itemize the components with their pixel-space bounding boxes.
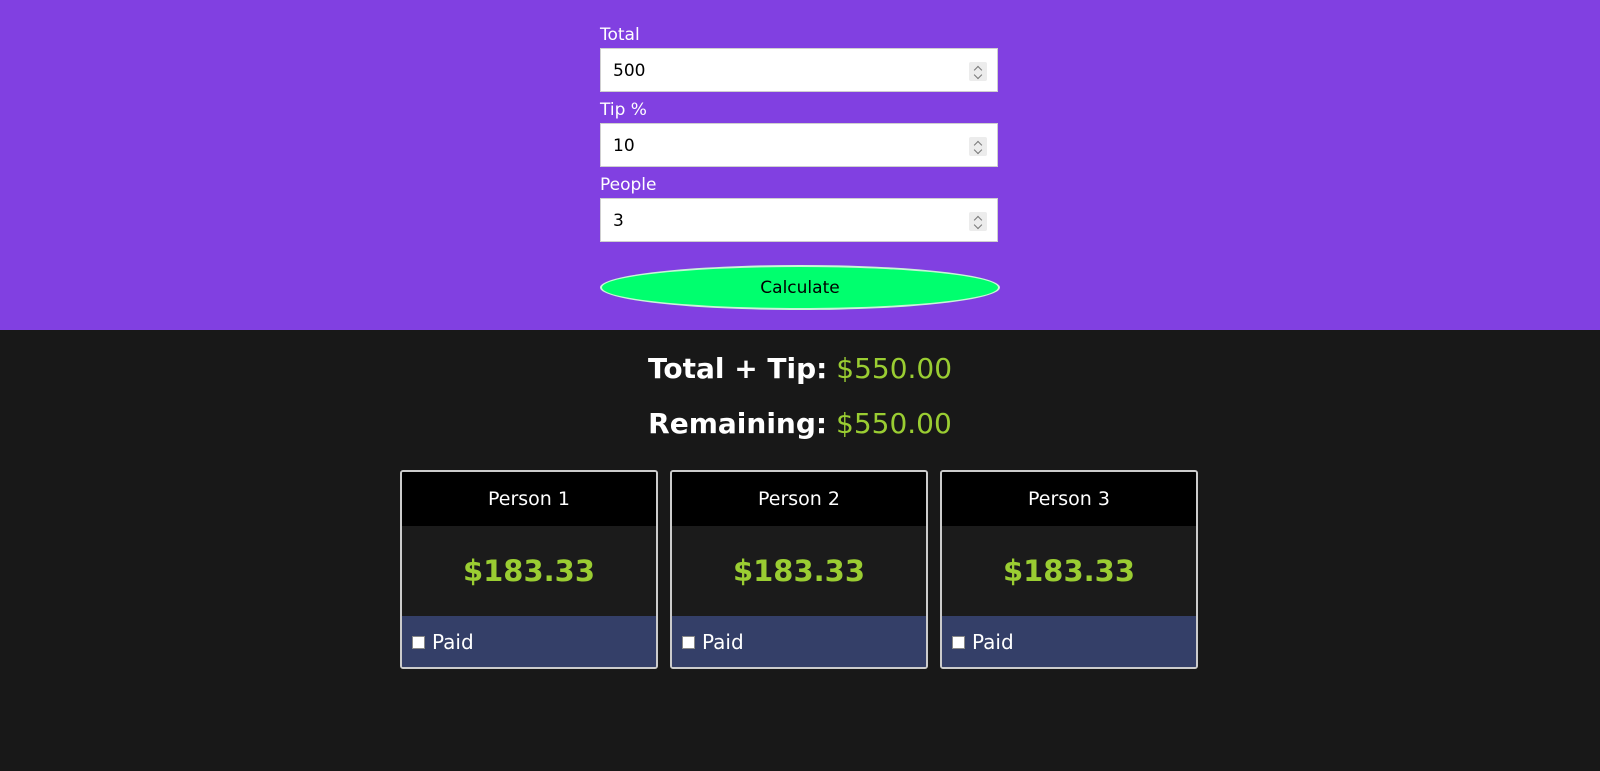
tip-percent-input-value: 10 — [613, 136, 635, 156]
total-tip-label: Total + Tip: — [647, 352, 828, 385]
paid-checkbox[interactable] — [952, 636, 965, 649]
paid-toggle[interactable]: Paid — [672, 616, 926, 667]
paid-toggle[interactable]: Paid — [402, 616, 656, 667]
people-input-value: 3 — [613, 211, 624, 231]
paid-toggle[interactable]: Paid — [942, 616, 1196, 667]
person-name: Person 2 — [672, 472, 926, 526]
person-card: Person 1 $183.33 Paid — [400, 470, 658, 669]
calculator-panel: Total 500 Tip % 10 People 3 Calculate — [0, 0, 1600, 330]
people-input[interactable]: 3 — [600, 198, 998, 242]
people-spinner-icon[interactable] — [969, 212, 987, 231]
remaining-summary: Remaining: $550.00 — [0, 407, 1600, 440]
person-amount: $183.33 — [462, 554, 596, 588]
remaining-value: $550.00 — [836, 407, 952, 440]
person-name: Person 3 — [942, 472, 1196, 526]
person-card: Person 2 $183.33 Paid — [670, 470, 928, 669]
tip-percent-label: Tip % — [600, 100, 647, 120]
total-spinner-icon[interactable] — [969, 62, 987, 81]
people-label: People — [600, 175, 657, 195]
total-tip-value: $550.00 — [836, 352, 953, 385]
paid-label: Paid — [972, 629, 1014, 654]
tip-percent-input[interactable]: 10 — [600, 123, 998, 167]
person-card: Person 3 $183.33 Paid — [940, 470, 1198, 669]
tip-form: Total 500 Tip % 10 People 3 — [600, 22, 1000, 247]
person-amount: $183.33 — [732, 554, 866, 588]
paid-checkbox[interactable] — [412, 636, 425, 649]
results-panel: Total + Tip: $550.00 Remaining: $550.00 … — [0, 330, 1600, 771]
total-input-value: 500 — [613, 61, 646, 81]
paid-label: Paid — [702, 629, 744, 654]
tip-spinner-icon[interactable] — [969, 137, 987, 156]
paid-checkbox[interactable] — [682, 636, 695, 649]
total-tip-summary: Total + Tip: $550.00 — [0, 352, 1600, 385]
person-amount: $183.33 — [1002, 554, 1136, 588]
paid-label: Paid — [432, 629, 474, 654]
person-name: Person 1 — [402, 472, 656, 526]
remaining-label: Remaining: — [648, 407, 828, 440]
calculate-button[interactable]: Calculate — [600, 265, 1000, 310]
total-label: Total — [600, 25, 640, 45]
total-input[interactable]: 500 — [600, 48, 998, 92]
person-cards: Person 1 $183.33 Paid Person 2 $183.33 P… — [400, 470, 1198, 669]
